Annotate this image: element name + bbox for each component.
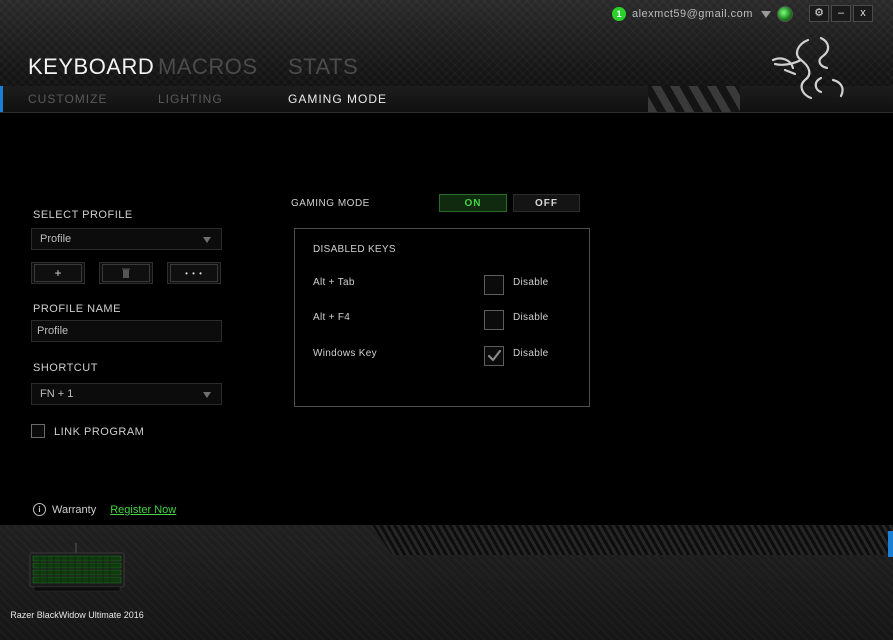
keyboard-device-icon[interactable] bbox=[28, 543, 126, 593]
chevron-down-icon bbox=[203, 392, 211, 398]
device-name[interactable]: Razer BlackWidow Ultimate 2016 bbox=[10, 609, 144, 621]
profile-name-input[interactable]: Profile bbox=[31, 320, 222, 342]
delete-profile-inner bbox=[102, 264, 150, 282]
notification-badge[interactable]: 1 bbox=[612, 7, 626, 21]
account-area: 1 alexmct59@gmail.com bbox=[612, 5, 793, 23]
disable-windows-key-label: Disable bbox=[513, 348, 549, 359]
disable-alt-f4-label: Disable bbox=[513, 312, 549, 323]
disable-alt-tab-checkbox[interactable] bbox=[484, 275, 504, 295]
window-controls: ⚙ – x bbox=[809, 5, 873, 22]
footer-stripes bbox=[372, 525, 893, 555]
device-bar bbox=[0, 525, 893, 640]
select-profile-label: SELECT PROFILE bbox=[33, 209, 133, 221]
key-name-windows-key: Windows Key bbox=[313, 348, 377, 359]
chevron-down-icon[interactable] bbox=[760, 10, 771, 18]
subbar-stripes bbox=[648, 86, 740, 112]
add-profile-label: + bbox=[34, 264, 82, 282]
sub-tabs: CUSTOMIZE LIGHTING GAMING MODE bbox=[28, 92, 418, 106]
key-name-alt-f4: Alt + F4 bbox=[313, 312, 351, 323]
profile-dropdown[interactable]: Profile bbox=[31, 228, 222, 250]
tab-keyboard[interactable]: KEYBOARD bbox=[28, 54, 158, 80]
trash-icon bbox=[122, 268, 130, 278]
info-icon: i bbox=[33, 503, 46, 516]
close-button[interactable]: x bbox=[853, 5, 873, 22]
warranty-row: i Warranty Register Now bbox=[33, 503, 176, 516]
synapse-status-icon[interactable] bbox=[776, 6, 793, 22]
gaming-mode-on-button[interactable]: ON bbox=[439, 194, 507, 212]
profile-name-value: Profile bbox=[37, 325, 69, 337]
device-bar-scroll[interactable] bbox=[888, 531, 893, 557]
checkmark-icon bbox=[487, 349, 502, 362]
account-email[interactable]: alexmct59@gmail.com bbox=[632, 8, 753, 20]
tab-macros[interactable]: MACROS bbox=[158, 54, 288, 80]
tab-gaming-mode[interactable]: GAMING MODE bbox=[288, 92, 418, 106]
disable-alt-f4-checkbox[interactable] bbox=[484, 310, 504, 330]
gaming-mode-off-button[interactable]: OFF bbox=[513, 194, 580, 212]
minimize-button[interactable]: – bbox=[831, 5, 851, 22]
gaming-mode-label: GAMING MODE bbox=[291, 198, 370, 209]
delete-profile-button[interactable] bbox=[99, 262, 153, 284]
add-profile-button[interactable]: + bbox=[31, 262, 85, 284]
disable-alt-tab-label: Disable bbox=[513, 277, 549, 288]
subbar-accent bbox=[0, 86, 3, 112]
key-name-alt-tab: Alt + Tab bbox=[313, 277, 355, 288]
header: 1 alexmct59@gmail.com ⚙ – x KEYBOARD MAC… bbox=[0, 0, 893, 113]
shortcut-label: SHORTCUT bbox=[33, 362, 98, 374]
register-now-link[interactable]: Register Now bbox=[110, 504, 176, 516]
main-tabs: KEYBOARD MACROS STATS bbox=[28, 54, 418, 80]
shortcut-dropdown[interactable]: FN + 1 bbox=[31, 383, 222, 405]
link-program-checkbox[interactable] bbox=[31, 424, 45, 438]
tab-lighting[interactable]: LIGHTING bbox=[158, 92, 288, 106]
more-options-button[interactable]: • • • bbox=[167, 262, 221, 284]
link-program-label: LINK PROGRAM bbox=[54, 426, 145, 438]
profile-name-label: PROFILE NAME bbox=[33, 303, 121, 315]
profile-dropdown-value: Profile bbox=[40, 233, 72, 245]
tab-stats[interactable]: STATS bbox=[288, 54, 418, 80]
razer-logo-icon bbox=[771, 36, 844, 100]
disabled-keys-panel: DISABLED KEYS Alt + Tab Disable Alt + F4… bbox=[294, 228, 590, 407]
chevron-down-icon bbox=[203, 237, 211, 243]
disable-windows-key-checkbox[interactable] bbox=[484, 346, 504, 366]
tab-customize[interactable]: CUSTOMIZE bbox=[28, 92, 158, 106]
warranty-label: Warranty bbox=[52, 503, 97, 516]
more-options-label: • • • bbox=[170, 264, 218, 282]
disabled-keys-title: DISABLED KEYS bbox=[313, 244, 396, 255]
settings-button[interactable]: ⚙ bbox=[809, 5, 829, 22]
shortcut-value: FN + 1 bbox=[40, 388, 74, 400]
